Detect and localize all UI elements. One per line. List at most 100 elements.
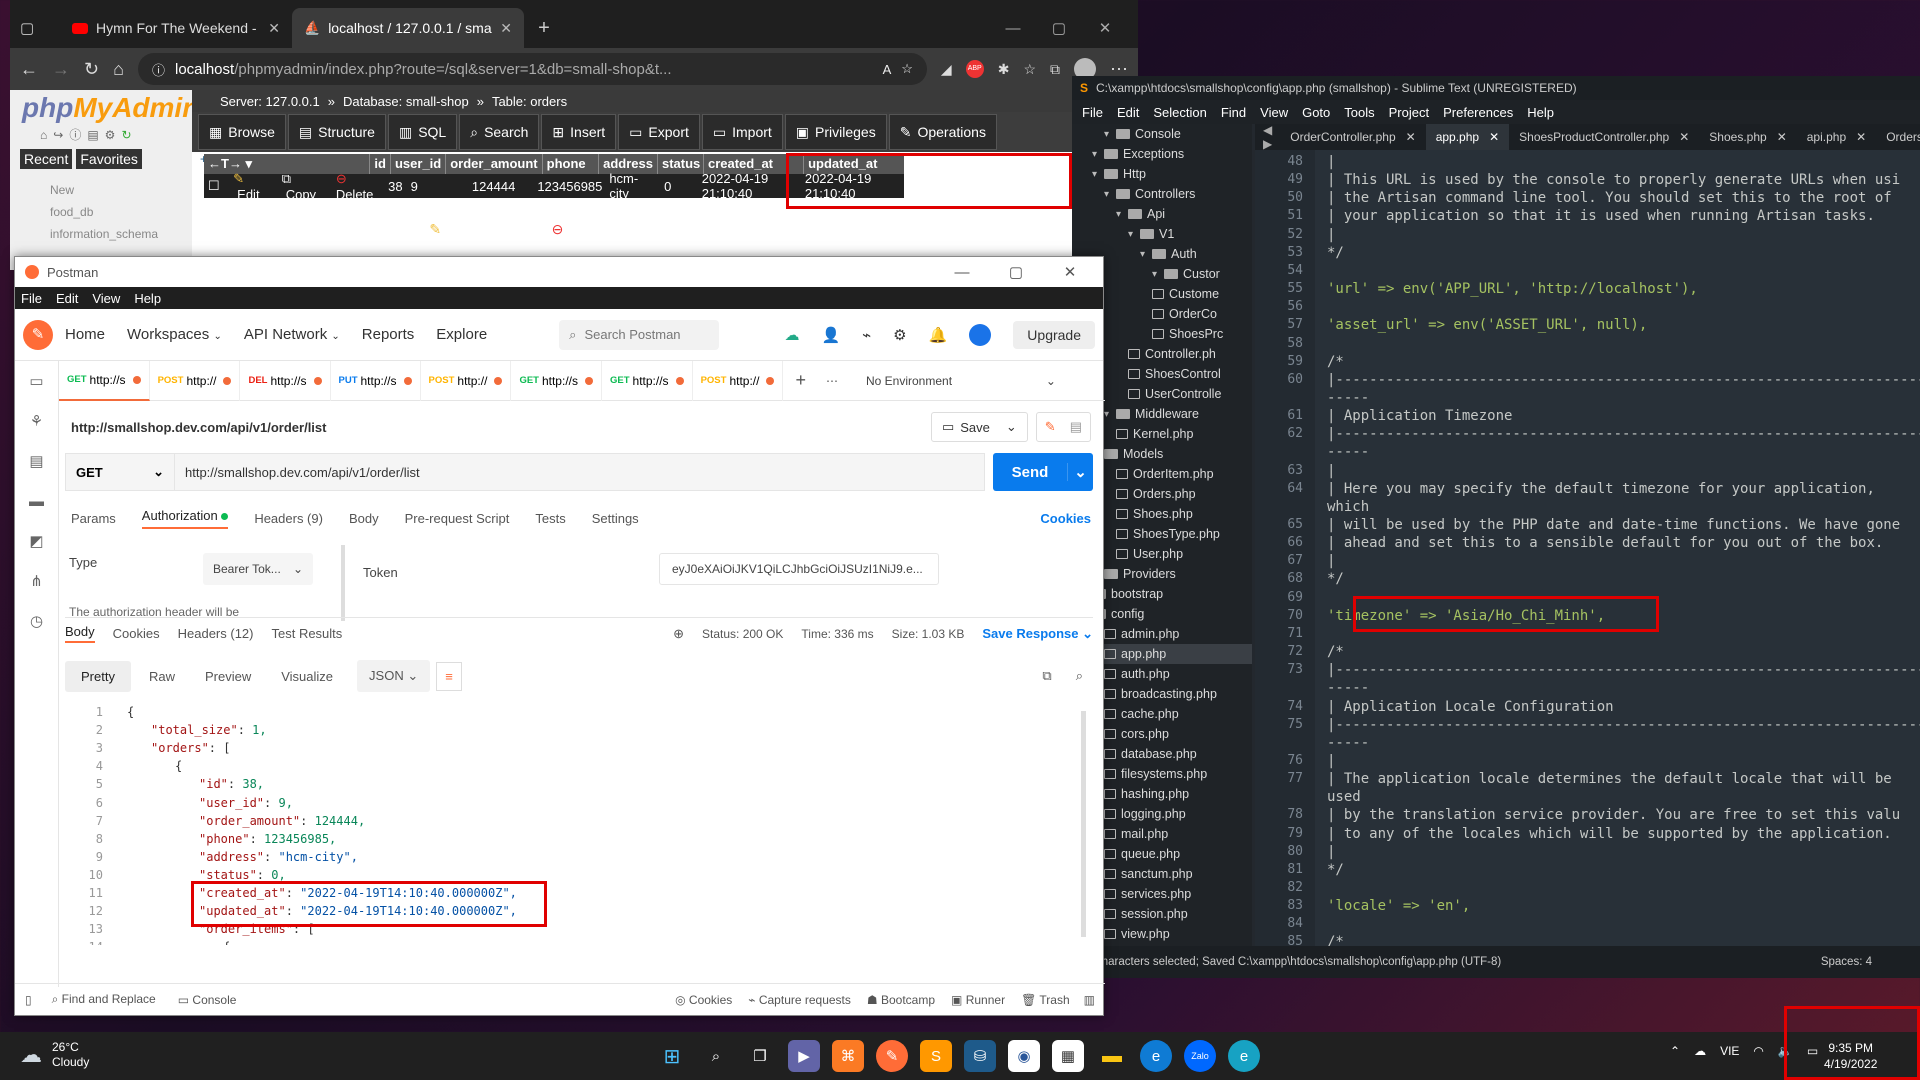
- tree-folder[interactable]: ▾ Exceptions: [1072, 144, 1252, 164]
- scrollbar[interactable]: [1081, 711, 1086, 937]
- nav-api-network[interactable]: API Network ⌄: [244, 326, 340, 343]
- status-spaces[interactable]: Spaces: 4: [1821, 956, 1912, 968]
- tab-insert[interactable]: ⊞ Insert: [541, 114, 617, 150]
- minimize-icon[interactable]: —: [990, 20, 1036, 37]
- maximize-icon[interactable]: ▢: [993, 263, 1039, 281]
- trash-button[interactable]: 🗑 Trash: [1021, 993, 1070, 1007]
- tab-sql[interactable]: ▥ SQL: [387, 114, 458, 150]
- upgrade-button[interactable]: Upgrade: [1013, 320, 1095, 349]
- capture-button[interactable]: ⌁ Capture requests: [748, 993, 851, 1007]
- adblock-icon[interactable]: ABP: [965, 60, 984, 78]
- home-icon[interactable]: ⌂: [40, 128, 47, 142]
- browser-tab-youtube[interactable]: Hymn For The Weekend - Coldpl ✕: [60, 8, 292, 48]
- invite-icon[interactable]: 👤: [821, 326, 840, 344]
- bulk-edit-button[interactable]: ✎ Edit: [429, 221, 469, 238]
- resp-tab-cookies[interactable]: Cookies: [113, 626, 160, 641]
- close-tab-icon[interactable]: ✕: [1679, 130, 1689, 144]
- tab-actions-icon[interactable]: ▢: [20, 19, 60, 37]
- sublime-taskbar-icon[interactable]: S: [920, 1040, 952, 1072]
- menu-file[interactable]: File: [21, 291, 42, 306]
- battery-icon[interactable]: ▭: [1807, 1044, 1818, 1058]
- satellite-icon[interactable]: ⌁: [862, 326, 871, 344]
- tab-structure[interactable]: ▤ Structure: [287, 114, 386, 150]
- request-tab[interactable]: POST http://: [421, 360, 512, 401]
- row-edit-button[interactable]: ✎ Edit: [229, 171, 278, 202]
- flows-icon[interactable]: ⋔: [15, 561, 58, 601]
- teams-icon[interactable]: ▶: [788, 1040, 820, 1072]
- monitors-icon[interactable]: ◩: [15, 521, 58, 561]
- chevron-down-icon[interactable]: ⌄: [1067, 463, 1093, 481]
- layout-icon[interactable]: ▥: [1084, 993, 1095, 1007]
- recent-button[interactable]: Recent: [20, 149, 73, 169]
- nav-reports[interactable]: Reports: [362, 326, 415, 343]
- menu-view[interactable]: View: [1260, 105, 1288, 120]
- bulk-delete-button[interactable]: ⊖ Delete: [552, 221, 608, 238]
- close-tab-icon[interactable]: ✕: [1489, 130, 1499, 144]
- language-indicator[interactable]: VIE: [1720, 1044, 1739, 1058]
- col-phone[interactable]: phone: [543, 154, 600, 174]
- format-select[interactable]: JSON ⌄: [357, 660, 431, 692]
- row-checkbox[interactable]: ☐: [204, 178, 229, 194]
- task-view-icon[interactable]: ❐: [744, 1040, 776, 1072]
- read-aloud-icon[interactable]: A: [883, 62, 892, 77]
- close-tab-icon[interactable]: ✕: [1856, 130, 1866, 144]
- environments-icon[interactable]: ▤: [15, 441, 58, 481]
- menu-find[interactable]: Find: [1221, 105, 1246, 120]
- wrap-icon[interactable]: ≡: [436, 661, 462, 691]
- url-field[interactable]: ⓘ localhost/phpmyadmin/index.php?route=/…: [137, 53, 927, 85]
- auth-type-select[interactable]: Bearer Tok... ⌄: [203, 553, 313, 585]
- tree-folder[interactable]: ▾ V1: [1072, 224, 1252, 244]
- home-icon[interactable]: ⌂: [113, 59, 124, 80]
- check-all-checkbox[interactable]: ☐ Check all: [231, 221, 305, 238]
- new-tab-icon[interactable]: +: [524, 17, 564, 40]
- method-select[interactable]: GET ⌄: [65, 453, 175, 491]
- postman-taskbar-icon[interactable]: ✎: [876, 1040, 908, 1072]
- app-icon[interactable]: ◉: [1008, 1040, 1040, 1072]
- response-body[interactable]: 1 {2 "total_size": 1, 3 "orders": [4 {5 "id": …: [65, 705, 1085, 945]
- menu-goto[interactable]: Goto: [1302, 105, 1330, 120]
- tab-headers[interactable]: Headers (9): [254, 511, 323, 526]
- gear-icon[interactable]: ⚙: [105, 128, 116, 142]
- browser-tab-pma[interactable]: ⛵ localhost / 127.0.0.1 / small-shop ✕: [292, 8, 524, 48]
- apis-icon[interactable]: ⚘: [15, 401, 58, 441]
- col-user-id[interactable]: user_id: [391, 154, 447, 174]
- tab-orders-php[interactable]: Orders.ph: [1876, 124, 1920, 150]
- reload-icon[interactable]: ↻: [121, 128, 131, 142]
- tab-body[interactable]: Body: [349, 511, 379, 526]
- favorites-icon[interactable]: ☆: [1023, 61, 1036, 78]
- history-icon[interactable]: ◷: [15, 601, 58, 641]
- find-replace-button[interactable]: ⌕ Find and Replace: [52, 992, 156, 1007]
- close-tab-icon[interactable]: ✕: [268, 20, 280, 37]
- edge-icon[interactable]: e: [1140, 1040, 1172, 1072]
- search-icon[interactable]: ⌕: [1076, 668, 1083, 684]
- bootcamp-button[interactable]: ☗ Bootcamp: [867, 993, 935, 1007]
- request-tab[interactable]: DEL http://s: [240, 360, 331, 401]
- edge-dev-icon[interactable]: e: [1228, 1040, 1260, 1072]
- tab-browse[interactable]: ▦ Browse: [198, 114, 286, 150]
- token-input[interactable]: eyJ0eXAiOiJKV1QiLCJhbGciOiJSUzI1NiJ9.e..…: [659, 553, 939, 585]
- bulk-copy-button[interactable]: ⧉ Copy: [487, 221, 534, 238]
- tab-operations[interactable]: ✎ Operations: [888, 114, 997, 150]
- copy-icon[interactable]: ⧉: [1042, 668, 1051, 684]
- clock[interactable]: 9:35 PM 4/19/2022: [1824, 1040, 1877, 1072]
- wifi-icon[interactable]: ◠: [1753, 1044, 1763, 1058]
- postman-brand-icon[interactable]: ✎: [23, 319, 53, 350]
- tab-shoes-php[interactable]: Shoes.php ✕: [1699, 124, 1796, 150]
- start-icon[interactable]: ⊞: [656, 1040, 688, 1072]
- breadcrumb-table[interactable]: Table: orders: [492, 94, 567, 109]
- tab-shoesproductcontroller[interactable]: ShoesProductController.php ✕: [1509, 124, 1699, 150]
- nav-workspaces[interactable]: Workspaces ⌄: [127, 326, 222, 343]
- view-preview[interactable]: Preview: [193, 661, 263, 692]
- footer-cookies-button[interactable]: ◎ Cookies: [675, 993, 732, 1007]
- menu-selection[interactable]: Selection: [1153, 105, 1206, 120]
- tree-folder[interactable]: ▾ Http: [1072, 164, 1252, 184]
- nav-home[interactable]: Home: [65, 326, 105, 343]
- save-response-button[interactable]: Save Response ⌄: [982, 626, 1093, 642]
- tab-app-php[interactable]: app.php ✕: [1425, 124, 1510, 150]
- menu-file[interactable]: File: [1082, 105, 1103, 120]
- search-icon[interactable]: ⌕: [700, 1040, 732, 1072]
- runner-button[interactable]: ▣ Runner: [951, 993, 1005, 1007]
- environment-select[interactable]: No Environment ⌄: [866, 374, 1066, 388]
- db-tree-info-schema[interactable]: information_schema: [30, 223, 192, 245]
- resp-tab-tests[interactable]: Test Results: [271, 626, 342, 641]
